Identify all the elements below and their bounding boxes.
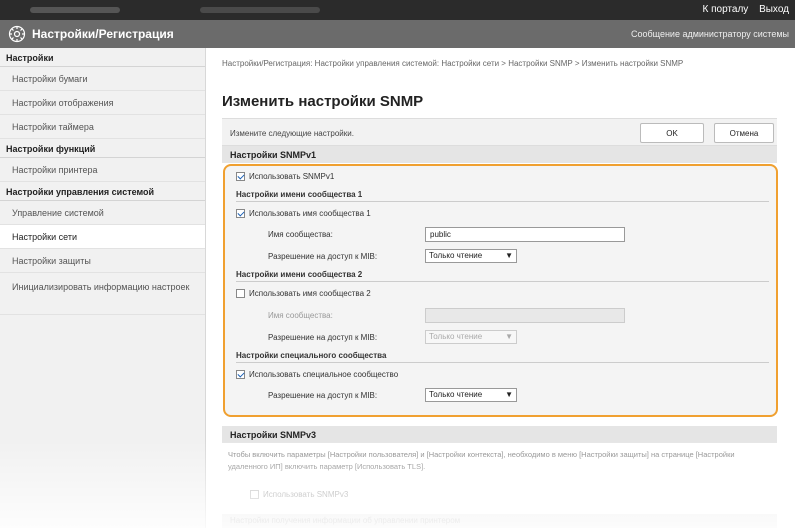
use-snmpv1-label: Использовать SNMPv1 bbox=[249, 172, 335, 181]
community1-mib-select[interactable]: Только чтение ▼ bbox=[425, 249, 517, 263]
title-bar: Настройки/Регистрация Сообщение админист… bbox=[0, 20, 795, 48]
use-snmpv3-checkbox[interactable] bbox=[250, 490, 259, 499]
community1-name-input[interactable]: public bbox=[425, 227, 625, 242]
use-snmpv3-row: Использовать SNMPv3 bbox=[250, 490, 348, 499]
logout-link[interactable]: Выход bbox=[759, 4, 789, 15]
dedicated-mib-value: Только чтение bbox=[429, 390, 483, 399]
dedicated-mib-label: Разрешение на доступ к MIB: bbox=[268, 391, 378, 400]
community1-mib-label: Разрешение на доступ к MIB: bbox=[268, 252, 378, 261]
sidebar-item-security[interactable]: Настройки защиты bbox=[0, 249, 205, 273]
sidebar: Настройки Настройки бумаги Настройки ото… bbox=[0, 48, 206, 528]
chevron-down-icon: ▼ bbox=[505, 390, 513, 399]
settings-gear-icon bbox=[8, 25, 26, 43]
community2-mib-label: Разрешение на доступ к MIB: bbox=[268, 333, 378, 342]
main-content: Настройки/Регистрация: Настройки управле… bbox=[206, 48, 795, 528]
use-dedicated-label: Использовать специальное сообщество bbox=[249, 370, 399, 379]
community1-name-label: Имя сообщества: bbox=[268, 230, 333, 239]
breadcrumb: Настройки/Регистрация: Настройки управле… bbox=[222, 59, 684, 68]
community2-mib-select[interactable]: Только чтение ▼ bbox=[425, 330, 517, 344]
sidebar-item-initialize[interactable]: Инициализировать информацию настроек bbox=[0, 273, 205, 315]
use-community1-checkbox[interactable] bbox=[236, 209, 245, 218]
use-community2-label: Использовать имя сообщества 2 bbox=[249, 289, 371, 298]
use-snmpv3-label: Использовать SNMPv3 bbox=[263, 490, 349, 499]
admin-message-link[interactable]: Сообщение администратору системы bbox=[631, 29, 789, 39]
use-dedicated-checkbox[interactable] bbox=[236, 370, 245, 379]
use-community1-label: Использовать имя сообщества 1 bbox=[249, 209, 371, 218]
community1-mib-value: Только чтение bbox=[429, 251, 483, 260]
use-community1-row: Использовать имя сообщества 1 bbox=[236, 209, 371, 218]
community2-mib-value: Только чтение bbox=[429, 332, 483, 341]
snmpv3-note: Чтобы включить параметры [Настройки поль… bbox=[228, 450, 735, 471]
snmpv3-section-header: Настройки SNMPv3 bbox=[222, 426, 777, 443]
cancel-button[interactable]: Отмена bbox=[714, 123, 774, 143]
community2-name-input[interactable] bbox=[425, 308, 625, 323]
page-title: Изменить настройки SNMP bbox=[222, 93, 424, 110]
use-snmpv1-row: Использовать SNMPv1 bbox=[236, 172, 334, 181]
printer-management-section-header: Настройки получения информации об управл… bbox=[222, 514, 777, 528]
use-dedicated-row: Использовать специальное сообщество bbox=[236, 370, 398, 379]
use-snmpv1-checkbox[interactable] bbox=[236, 172, 245, 181]
portal-link[interactable]: К порталу bbox=[703, 4, 749, 15]
snmpv1-settings-group: Использовать SNMPv1 Настройки имени сооб… bbox=[223, 164, 778, 417]
blurred-device-name bbox=[200, 7, 320, 13]
app-title: Настройки/Регистрация bbox=[32, 27, 174, 41]
instruction-row: Измените следующие настройки. OK Отмена bbox=[222, 118, 777, 146]
instruction-text: Измените следующие настройки. bbox=[230, 129, 354, 138]
sidebar-section-system: Настройки управления системой bbox=[0, 182, 205, 201]
sidebar-section-settings: Настройки bbox=[0, 48, 205, 67]
community2-header: Настройки имени сообщества 2 bbox=[236, 270, 769, 282]
use-community2-checkbox[interactable] bbox=[236, 289, 245, 298]
chevron-down-icon: ▼ bbox=[505, 332, 513, 341]
sidebar-item-system-management[interactable]: Управление системой bbox=[0, 201, 205, 225]
sidebar-section-functions: Настройки функций bbox=[0, 139, 205, 158]
chevron-down-icon: ▼ bbox=[505, 251, 513, 260]
sidebar-item-printer[interactable]: Настройки принтера bbox=[0, 158, 205, 182]
use-community2-row: Использовать имя сообщества 2 bbox=[236, 289, 371, 298]
sidebar-item-timer[interactable]: Настройки таймера bbox=[0, 115, 205, 139]
dedicated-community-header: Настройки специального сообщества bbox=[236, 351, 769, 363]
ok-button[interactable]: OK bbox=[640, 123, 704, 143]
blurred-logo bbox=[30, 7, 120, 13]
community1-header: Настройки имени сообщества 1 bbox=[236, 190, 769, 202]
sidebar-item-display[interactable]: Настройки отображения bbox=[0, 91, 205, 115]
top-bar: К порталу Выход bbox=[0, 0, 795, 20]
community2-name-label: Имя сообщества: bbox=[268, 311, 333, 320]
top-links: К порталу Выход bbox=[695, 4, 790, 15]
snmpv1-section-header: Настройки SNMPv1 bbox=[222, 146, 777, 163]
sidebar-item-network[interactable]: Настройки сети bbox=[0, 225, 205, 249]
dedicated-mib-select[interactable]: Только чтение ▼ bbox=[425, 388, 517, 402]
sidebar-item-paper[interactable]: Настройки бумаги bbox=[0, 67, 205, 91]
